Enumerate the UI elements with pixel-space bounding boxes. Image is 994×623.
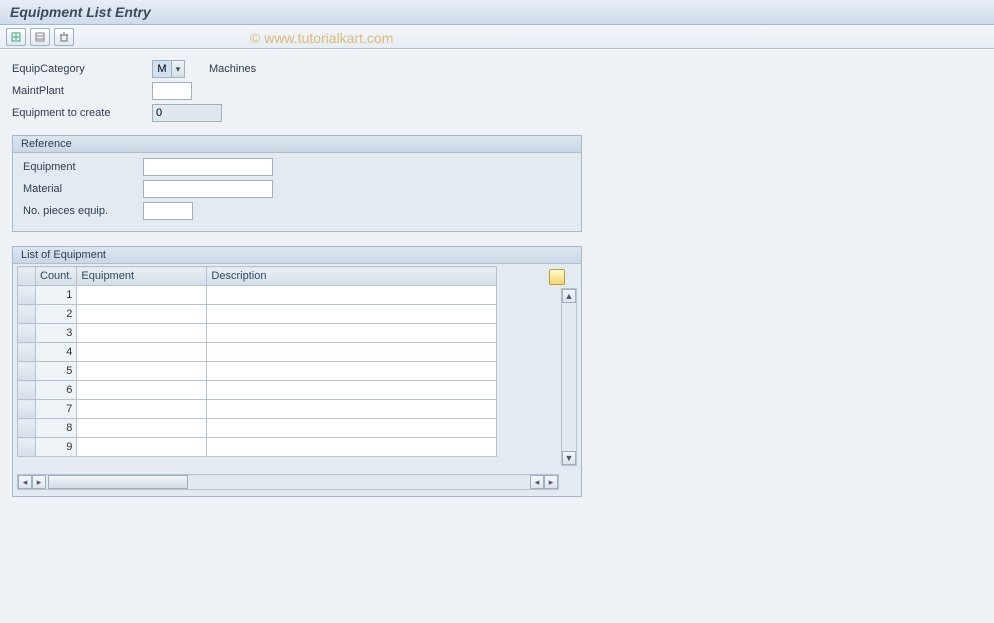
table-row: 8 <box>18 419 497 438</box>
maint-plant-field[interactable] <box>152 82 192 100</box>
vertical-scrollbar[interactable]: ▲ ▼ <box>561 288 577 466</box>
scroll-right-end-button[interactable]: ▸ <box>544 475 558 489</box>
row-selector[interactable] <box>18 400 36 419</box>
scroll-thumb[interactable] <box>48 475 188 489</box>
cell-description[interactable] <box>207 419 497 438</box>
scroll-right-button[interactable]: ◂ <box>530 475 544 489</box>
cell-equipment[interactable] <box>77 381 207 400</box>
search-help-button[interactable]: ▾ <box>171 60 185 78</box>
row-selector[interactable] <box>18 324 36 343</box>
row-selector[interactable] <box>18 381 36 400</box>
cell-equipment[interactable] <box>77 438 207 457</box>
col-description[interactable]: Description <box>207 267 497 286</box>
row-selector[interactable] <box>18 438 36 457</box>
row-selector[interactable] <box>18 419 36 438</box>
table-row: 7 <box>18 400 497 419</box>
cell-equipment[interactable] <box>77 324 207 343</box>
cell-description[interactable] <box>207 381 497 400</box>
reference-title: Reference <box>13 136 581 153</box>
delete-row-button[interactable] <box>54 28 74 46</box>
ref-equipment-label: Equipment <box>23 161 143 173</box>
table-row: 1 <box>18 286 497 305</box>
trash-icon <box>59 32 69 42</box>
content-area: EquipCategory ▾ Machines MaintPlant Equi… <box>0 49 994 507</box>
equip-category-text: Machines <box>209 63 256 75</box>
cell-equipment[interactable] <box>77 286 207 305</box>
equip-to-create-field <box>152 104 222 122</box>
row-selector[interactable] <box>18 286 36 305</box>
page-title: Equipment List Entry <box>0 0 994 25</box>
col-selector[interactable] <box>18 267 36 286</box>
table-row: 5 <box>18 362 497 381</box>
col-count[interactable]: Count. <box>36 267 77 286</box>
scroll-up-button[interactable]: ▲ <box>562 289 576 303</box>
table-row: 9 <box>18 438 497 457</box>
equip-category-label: EquipCategory <box>12 63 152 75</box>
cell-count: 6 <box>36 381 77 400</box>
equipment-list-title: List of Equipment <box>13 247 581 264</box>
cell-description[interactable] <box>207 400 497 419</box>
insert-row-button[interactable] <box>6 28 26 46</box>
toolbar <box>0 25 994 49</box>
table-row: 3 <box>18 324 497 343</box>
horizontal-scrollbar[interactable]: ◂ ▸ ◂ ▸ <box>17 474 559 490</box>
select-icon <box>35 32 45 42</box>
cell-description[interactable] <box>207 438 497 457</box>
cell-equipment[interactable] <box>77 362 207 381</box>
scroll-down-button[interactable]: ▼ <box>562 451 576 465</box>
row-selector[interactable] <box>18 343 36 362</box>
col-equipment[interactable]: Equipment <box>77 267 207 286</box>
ref-pieces-field[interactable] <box>143 202 193 220</box>
table-row: 6 <box>18 381 497 400</box>
cell-equipment[interactable] <box>77 400 207 419</box>
cell-description[interactable] <box>207 305 497 324</box>
ref-equipment-field[interactable] <box>143 158 273 176</box>
cell-equipment[interactable] <box>77 419 207 438</box>
ref-pieces-label: No. pieces equip. <box>23 205 143 217</box>
cell-description[interactable] <box>207 362 497 381</box>
ref-material-label: Material <box>23 183 143 195</box>
cell-count: 2 <box>36 305 77 324</box>
cell-description[interactable] <box>207 343 497 362</box>
cell-count: 5 <box>36 362 77 381</box>
row-selector[interactable] <box>18 305 36 324</box>
reference-group: Reference Equipment Material No. pieces … <box>12 135 582 232</box>
header-form: EquipCategory ▾ Machines MaintPlant Equi… <box>12 59 982 123</box>
cell-equipment[interactable] <box>77 305 207 324</box>
cell-count: 3 <box>36 324 77 343</box>
cell-count: 4 <box>36 343 77 362</box>
table-config-button[interactable] <box>549 269 565 285</box>
equip-category-field[interactable] <box>152 60 172 78</box>
equipment-table: Count. Equipment Description 123456789 <box>17 266 497 457</box>
row-selector[interactable] <box>18 362 36 381</box>
cell-description[interactable] <box>207 324 497 343</box>
cell-description[interactable] <box>207 286 497 305</box>
equip-to-create-label: Equipment to create <box>12 107 152 119</box>
maint-plant-label: MaintPlant <box>12 85 152 97</box>
cell-equipment[interactable] <box>77 343 207 362</box>
equipment-list-group: List of Equipment Count. Equipment Descr… <box>12 246 582 497</box>
select-rows-button[interactable] <box>30 28 50 46</box>
table-row: 2 <box>18 305 497 324</box>
cell-count: 7 <box>36 400 77 419</box>
ref-material-field[interactable] <box>143 180 273 198</box>
cell-count: 1 <box>36 286 77 305</box>
scroll-left-button[interactable]: ▸ <box>32 475 46 489</box>
cell-count: 9 <box>36 438 77 457</box>
table-row: 4 <box>18 343 497 362</box>
scroll-left-start-button[interactable]: ◂ <box>18 475 32 489</box>
cell-count: 8 <box>36 419 77 438</box>
insert-icon <box>11 32 21 42</box>
